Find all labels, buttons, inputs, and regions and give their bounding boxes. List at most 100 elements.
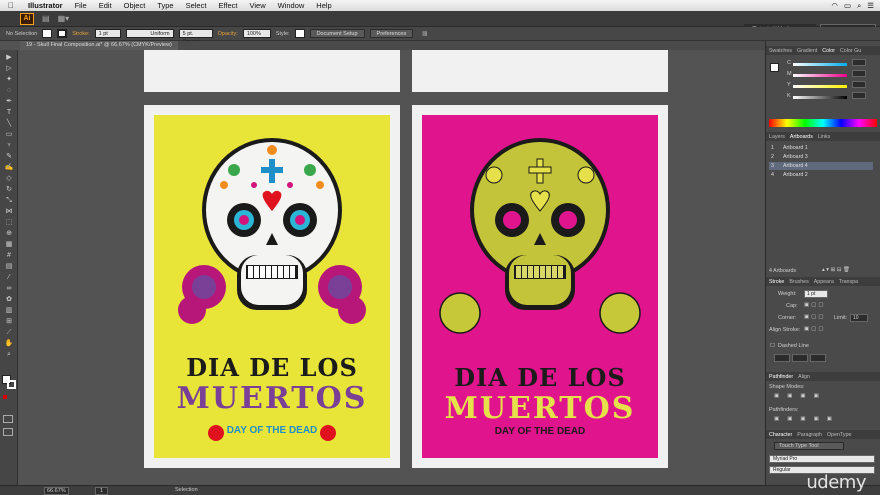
- menu-file[interactable]: File: [69, 1, 93, 10]
- corner-buttons[interactable]: ▣▢▢: [804, 314, 826, 320]
- limit-field[interactable]: 10: [850, 314, 868, 322]
- menu-select[interactable]: Select: [180, 1, 213, 10]
- stroke-color-box[interactable]: [7, 380, 16, 389]
- screen-mode-icon[interactable]: [3, 428, 13, 436]
- scale-tool-icon[interactable]: ⤡: [4, 197, 14, 204]
- tab-gradient[interactable]: Gradient: [797, 48, 817, 54]
- none-color-button[interactable]: [3, 395, 7, 399]
- gap-field-1[interactable]: [792, 354, 808, 362]
- artboard-row[interactable]: 1 Artboard 1: [769, 144, 873, 152]
- battery-icon[interactable]: ▭: [844, 1, 851, 11]
- artboard-top-right[interactable]: [412, 50, 668, 92]
- pathfinder-buttons[interactable]: ▣▣▣▣▣: [774, 416, 840, 422]
- eraser-tool-icon[interactable]: ◇: [4, 175, 14, 182]
- channel-y-value[interactable]: [852, 81, 866, 88]
- graphic-style-swatch[interactable]: [294, 29, 305, 38]
- tab-paragraph[interactable]: Paragraph: [797, 432, 822, 438]
- artboard-yellow-poster[interactable]: DIA DE LOS MUERTOS DAY OF THE DEAD: [144, 105, 400, 468]
- symbol-sprayer-tool-icon[interactable]: ✿: [4, 296, 14, 303]
- menu-view[interactable]: View: [243, 1, 271, 10]
- arrange-documents-icon[interactable]: ▦▾: [58, 14, 70, 23]
- tab-color-guide[interactable]: Color Gu: [840, 48, 861, 54]
- rectangle-tool-icon[interactable]: ▭: [4, 131, 14, 138]
- tab-character[interactable]: Character: [769, 432, 792, 438]
- selection-tool-icon[interactable]: ▶: [4, 54, 14, 61]
- shape-builder-tool-icon[interactable]: ⊕: [4, 230, 14, 237]
- bridge-icon[interactable]: ▤: [42, 14, 50, 23]
- tab-pathfinder[interactable]: Pathfinder: [769, 374, 793, 380]
- artboard-top-left[interactable]: [144, 50, 400, 92]
- blend-tool-icon[interactable]: ∞: [4, 285, 14, 292]
- channel-c-slider[interactable]: [793, 63, 847, 66]
- channel-y-slider[interactable]: [793, 85, 847, 88]
- tab-artboards[interactable]: Artboards: [790, 134, 813, 140]
- lasso-tool-icon[interactable]: ◌: [4, 87, 14, 94]
- font-family-field[interactable]: Myriad Pro: [769, 455, 875, 463]
- artboard-row-selected[interactable]: 3 Artboard 4: [769, 162, 873, 170]
- zoom-tool-icon[interactable]: ⌕: [4, 351, 14, 358]
- hand-tool-icon[interactable]: ✋: [4, 340, 14, 347]
- drawing-mode-icon[interactable]: [3, 415, 13, 423]
- channel-k-slider[interactable]: [793, 96, 847, 99]
- tab-align[interactable]: Align: [798, 374, 810, 380]
- artboard-row[interactable]: 2 Artboard 3: [769, 153, 873, 161]
- channel-k-value[interactable]: [852, 92, 866, 99]
- direct-selection-tool-icon[interactable]: ▷: [4, 65, 14, 72]
- color-fill-box[interactable]: [770, 63, 779, 72]
- notifications-icon[interactable]: ☰: [867, 1, 874, 11]
- pencil-tool-icon[interactable]: ✎: [4, 153, 14, 160]
- tab-transparency[interactable]: Transpa: [839, 279, 858, 285]
- width-tool-icon[interactable]: ⋈: [4, 208, 14, 215]
- color-spectrum-bar[interactable]: [769, 119, 877, 127]
- artboard-magenta-poster[interactable]: DIA DE LOS MUERTOS DAY OF THE DEAD: [412, 105, 668, 468]
- opacity-label[interactable]: Opacity:: [218, 31, 238, 37]
- channel-m-slider[interactable]: [793, 74, 847, 77]
- menu-type[interactable]: Type: [151, 1, 179, 10]
- align-stroke-buttons[interactable]: ▣▢▢: [804, 326, 826, 332]
- canvas[interactable]: DIA DE LOS MUERTOS DAY OF THE DEAD DIA D…: [19, 50, 765, 485]
- preferences-button[interactable]: Preferences: [369, 29, 414, 38]
- fill-swatch[interactable]: [42, 29, 53, 38]
- tab-brushes[interactable]: Brushes: [789, 279, 808, 285]
- touch-type-tool-button[interactable]: Touch Type Tool: [774, 442, 844, 450]
- gradient-tool-icon[interactable]: ▤: [4, 263, 14, 270]
- align-icon[interactable]: ▥: [422, 31, 427, 37]
- artboard-arrange-icons[interactable]: ▴ ▾ ⊞ ⊟ 🗑: [822, 267, 850, 273]
- dash-field-2[interactable]: [810, 354, 826, 362]
- menu-help[interactable]: Help: [310, 1, 337, 10]
- dashed-line-checkbox[interactable]: ☐: [770, 343, 775, 349]
- menu-edit[interactable]: Edit: [93, 1, 118, 10]
- tab-swatches[interactable]: Swatches: [769, 48, 792, 54]
- menu-app-name[interactable]: Illustrator: [22, 1, 69, 10]
- blob-brush-tool-icon[interactable]: ✍: [4, 164, 14, 171]
- tab-opentype[interactable]: OpenType: [827, 432, 851, 438]
- eyedropper-tool-icon[interactable]: ⁄: [4, 274, 14, 281]
- brush-definition[interactable]: 5 pt. Round: [178, 29, 213, 45]
- artboard-navigation-field[interactable]: 1: [95, 487, 109, 495]
- free-transform-tool-icon[interactable]: ⬚: [4, 219, 14, 226]
- artboard-row[interactable]: 4 Artboard 2: [769, 171, 873, 179]
- menu-effect[interactable]: Effect: [212, 1, 243, 10]
- column-graph-tool-icon[interactable]: ▥: [4, 307, 14, 314]
- document-setup-button[interactable]: Document Setup: [309, 29, 365, 38]
- stroke-weight-field[interactable]: 1 pt: [94, 29, 121, 38]
- type-tool-icon[interactable]: T: [4, 109, 14, 116]
- tab-appearance[interactable]: Appeara: [814, 279, 834, 285]
- wifi-icon[interactable]: ◠: [831, 1, 838, 11]
- zoom-field[interactable]: 66.67%: [44, 487, 69, 495]
- artboard-tool-icon[interactable]: ⊞: [4, 318, 14, 325]
- document-tab[interactable]: 19 - Skull Final Composition.ai* @ 66.67…: [20, 41, 178, 50]
- apple-menu-icon[interactable]: : [0, 1, 22, 10]
- menu-object[interactable]: Object: [118, 1, 152, 10]
- tab-layers[interactable]: Layers: [769, 134, 785, 140]
- magic-wand-tool-icon[interactable]: ✦: [4, 76, 14, 83]
- cap-buttons[interactable]: ▣▢▢: [804, 302, 826, 308]
- stroke-label[interactable]: Stroke:: [72, 31, 89, 37]
- menu-window[interactable]: Window: [272, 1, 311, 10]
- spotlight-icon[interactable]: ⌕: [857, 1, 861, 11]
- mesh-tool-icon[interactable]: #: [4, 252, 14, 259]
- channel-c-value[interactable]: [852, 59, 866, 66]
- variable-width-profile[interactable]: Uniform: [125, 29, 174, 38]
- slice-tool-icon[interactable]: ⟋: [4, 329, 14, 336]
- weight-field[interactable]: 1 pt: [804, 290, 828, 298]
